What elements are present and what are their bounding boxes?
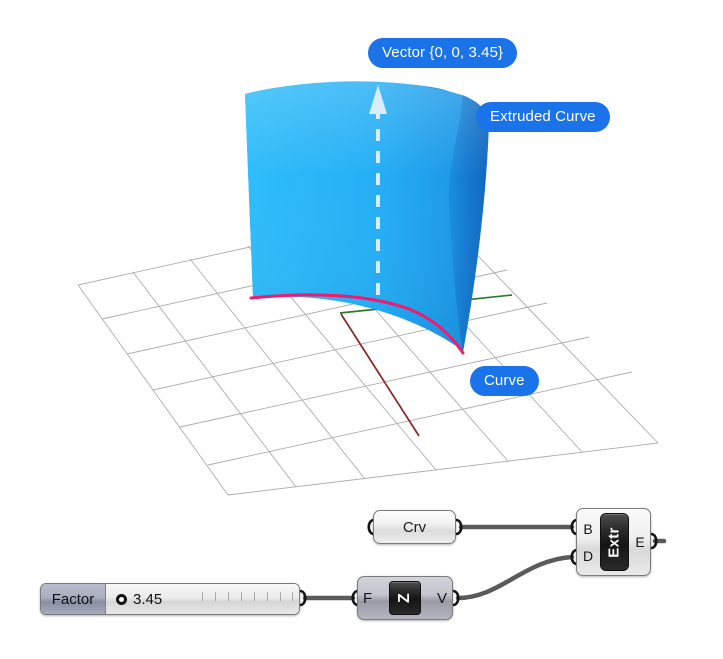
extrude-body[interactable]: B D Extr E <box>576 508 651 576</box>
unit-z-output-vector[interactable]: V <box>437 591 447 606</box>
unit-z-body[interactable]: F Z V <box>357 576 453 620</box>
curve-param-caption: Crv <box>402 518 427 536</box>
application-canvas: Vector {0, 0, 3.45} Extruded Curve Curve <box>0 0 723 659</box>
wire-vector-to-direction <box>455 554 575 601</box>
node-unit-z[interactable]: F Z V <box>357 576 453 620</box>
extruded-surface <box>245 81 489 353</box>
label-extruded-curve: Extruded Curve <box>476 102 610 132</box>
label-curve: Curve <box>470 366 539 396</box>
extrude-icon: Extr <box>600 513 629 571</box>
unit-z-icon: Z <box>388 581 421 615</box>
extrude-input-base[interactable]: B <box>583 522 592 536</box>
unit-z-icon-label: Z <box>395 592 413 604</box>
label-vector: Vector {0, 0, 3.45} <box>368 38 518 68</box>
node-extrude[interactable]: B D Extr E <box>576 508 651 576</box>
extrude-output-extrusion[interactable]: E <box>635 535 644 549</box>
extrude-input-direction[interactable]: D <box>583 549 593 563</box>
number-slider-name[interactable]: Factor <box>41 584 106 614</box>
axis-y-line <box>340 313 420 437</box>
node-number-slider[interactable]: Factor 3.45 <box>40 583 300 615</box>
viewport-scene <box>77 81 659 496</box>
number-slider-value[interactable]: 3.45 <box>133 591 162 608</box>
extrude-icon-label: Extr <box>606 526 624 558</box>
unit-z-input-factor[interactable]: F <box>363 591 372 606</box>
rhino-3d-viewport[interactable]: Vector {0, 0, 3.45} Extruded Curve Curve <box>0 0 723 500</box>
extrude-input-ports[interactable]: B D <box>577 509 599 575</box>
curve-param-body[interactable]: Crv <box>373 510 456 544</box>
node-curve-param[interactable]: Crv <box>373 510 456 544</box>
number-slider-knob[interactable] <box>116 593 127 605</box>
extrude-output-ports[interactable]: E <box>630 509 650 575</box>
number-slider-ticks <box>202 592 294 601</box>
number-slider-track[interactable]: 3.45 <box>106 584 299 614</box>
number-slider-body[interactable]: Factor 3.45 <box>40 583 300 615</box>
